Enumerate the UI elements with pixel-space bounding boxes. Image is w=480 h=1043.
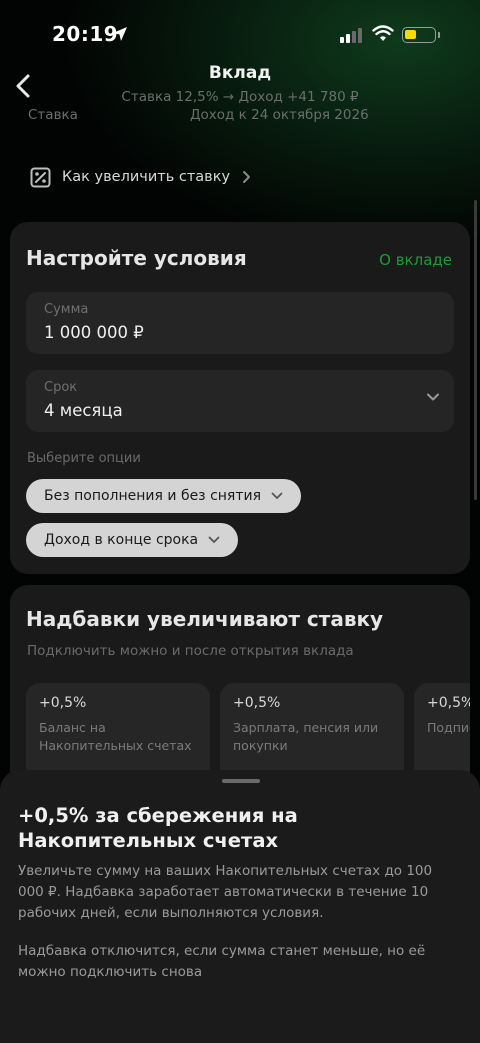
bonus-value: +0,5% [39, 695, 87, 711]
bonus-description: Зарплата, пенсия или покупки [233, 720, 379, 753]
term-label: Срок [44, 380, 78, 395]
bottom-sheet: +0,5% за сбережения на Накопительных сче… [0, 770, 480, 1043]
conditions-title: Настройте условия [26, 246, 247, 270]
amount-field[interactable]: Сумма 1 000 000 ₽ [26, 292, 454, 354]
percent-icon [30, 167, 51, 187]
status-bar: 20:19 [0, 0, 480, 70]
option-chip-label: Доход в конце срока [44, 532, 199, 548]
term-select[interactable]: Срок 4 месяца [26, 370, 454, 432]
chevron-down-icon [271, 492, 283, 499]
increase-rate-link[interactable]: Как увеличить ставку [30, 164, 252, 190]
conditions-card: Настройте условия О вкладе Сумма 1 000 0… [10, 222, 470, 574]
rate-label: Ставка [28, 107, 78, 123]
option-chip-replenishment[interactable]: Без пополнения и без снятия [26, 479, 302, 513]
chevron-right-icon [243, 171, 251, 183]
options-label: Выберите опции [27, 451, 141, 466]
amount-value: 1 000 000 ₽ [44, 323, 144, 342]
sheet-grabber[interactable] [222, 779, 260, 783]
battery-level [405, 30, 416, 39]
sheet-title: +0,5% за сбережения на Накопительных сче… [18, 804, 298, 852]
option-chip-label: Без пополнения и без снятия [44, 488, 262, 504]
about-deposit-link[interactable]: О вкладе [379, 251, 452, 269]
sheet-description: Увеличьте сумму на ваших Накопительных с… [18, 863, 433, 921]
chevron-down-icon [427, 393, 439, 401]
bonus-description: Баланс на Накопительных счетах [39, 720, 192, 753]
term-value: 4 месяца [44, 401, 123, 420]
page-title: Вклад [208, 63, 272, 83]
screen: 20:19 Вклад Ставка 12,5% → Доход +41 780… [0, 0, 480, 1043]
amount-label: Сумма [44, 302, 89, 317]
scrollbar[interactable] [474, 200, 477, 500]
income-date: Доход к 24 октября 2026 [190, 107, 369, 123]
battery-icon [402, 27, 440, 43]
cellular-signal-icon [340, 28, 362, 43]
location-arrow-icon [113, 27, 127, 41]
chevron-down-icon [208, 536, 220, 543]
bonuses-subtitle: Подключить можно и после открытия вклада [27, 643, 354, 659]
battery-nub [438, 32, 440, 38]
wifi-icon [372, 25, 394, 41]
rate-income-summary: Ставка 12,5% → Доход +41 780 ₽ [121, 89, 359, 105]
bonus-description: Подпис [427, 720, 470, 735]
sheet-note: Надбавка отключится, если сумма станет м… [18, 943, 426, 980]
increase-rate-label: Как увеличить ставку [62, 169, 231, 185]
status-time: 20:19 [52, 22, 119, 46]
option-chip-payout[interactable]: Доход в конце срока [26, 523, 239, 557]
bonus-value: +0,5% [427, 695, 470, 711]
bonuses-title: Надбавки увеличивают ставку [26, 607, 384, 631]
bonus-value: +0,5% [233, 695, 281, 711]
